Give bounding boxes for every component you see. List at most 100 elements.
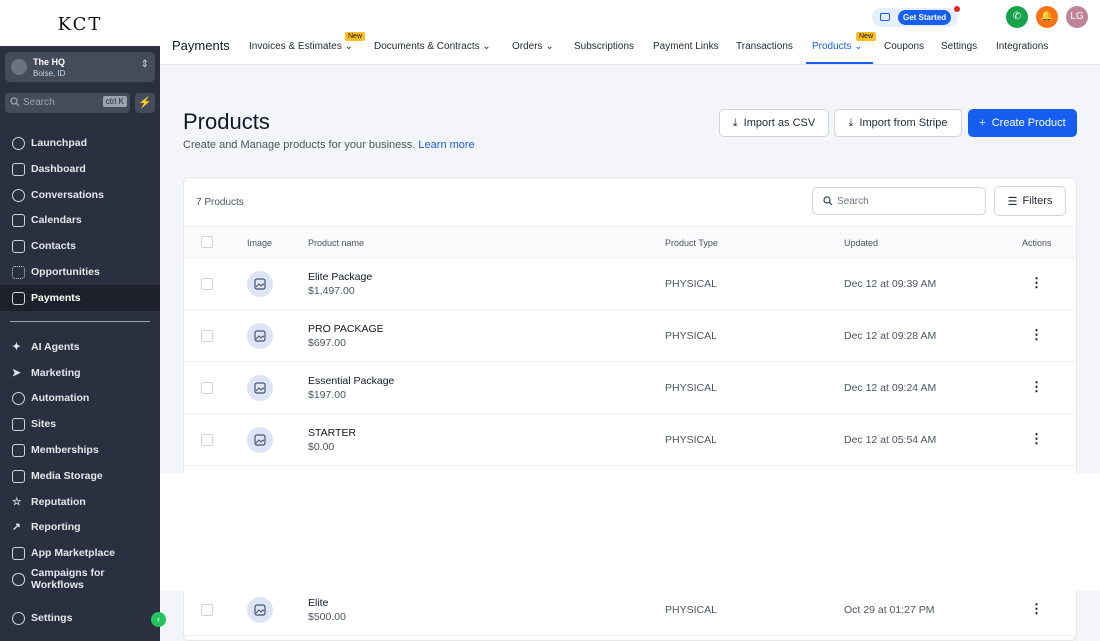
row-checkbox[interactable] [201,604,213,616]
loading-area [160,473,1100,591]
product-updated: Dec 12 at 09:28 AM [844,330,937,342]
sidebar-item-label: App Marketplace [31,547,116,559]
tab-integrations[interactable]: Integrations [996,41,1048,52]
tab-settings[interactable]: Settings [941,41,977,52]
more-actions-icon[interactable]: ⋮ [1030,379,1043,395]
sidebar-item-dashboard[interactable]: Dashboard [0,156,160,182]
rocket-icon [12,136,25,150]
page-title: Products [183,109,270,134]
table-row[interactable]: Elite $500.00 PHYSICAL Oct 29 at 01:27 P… [184,584,1076,636]
table-row[interactable]: Elite Package $1,497.00 PHYSICAL Dec 12 … [184,258,1076,310]
product-name[interactable]: STARTER [308,427,356,439]
button-label: Filters [1022,195,1053,207]
product-name[interactable]: Elite Package [308,271,372,283]
tab-payment-links[interactable]: Payment Links [653,41,719,52]
chevron-down-icon: ⌄ [344,41,353,52]
import-stripe-button[interactable]: ⤓ Import from Stripe [834,109,962,137]
product-updated: Dec 12 at 09:39 AM [844,278,937,290]
account-name: The HQ [33,57,66,67]
image-placeholder-icon [247,375,273,401]
sidebar-item-contacts[interactable]: Contacts [0,233,160,259]
more-actions-icon[interactable]: ⋮ [1030,601,1043,617]
sidebar-item-label: Media Storage [31,470,103,482]
product-name[interactable]: Essential Package [308,375,394,387]
filters-button[interactable]: ☰ Filters [994,186,1066,216]
sidebar-item-reporting[interactable]: ↗ Reporting [0,514,160,540]
send-icon: ➤ [12,366,21,379]
tab-orders[interactable]: Orders ⌄ [512,41,554,52]
row-checkbox[interactable] [201,330,213,342]
sidebar-item-ai-agents[interactable]: ✦ AI Agents [0,334,160,360]
sidebar-item-label: Launchpad [31,137,88,149]
sidebar-item-sites[interactable]: Sites [0,411,160,437]
product-price: $697.00 [308,337,346,349]
product-name[interactable]: PRO PACKAGE [308,323,384,335]
row-checkbox[interactable] [201,382,213,394]
sidebar-item-settings[interactable]: Settings [0,605,160,631]
collapse-sidebar-button[interactable]: ‹ [151,612,166,627]
sidebar-item-label: Marketing [31,367,81,379]
quick-action-bolt-icon[interactable]: ⚡ [135,93,155,113]
tab-invoices-estimates[interactable]: Invoices & Estimates ⌄ [249,41,353,52]
row-checkbox[interactable] [201,278,213,290]
sidebar-item-payments[interactable]: Payments [0,285,160,311]
new-badge: New [345,32,366,41]
sidebar-item-app-marketplace[interactable]: App Marketplace [0,540,160,566]
table-row[interactable]: STARTER $0.00 PHYSICAL Dec 12 at 05:54 A… [184,414,1076,466]
get-started-label: Get Started [898,10,952,25]
sidebar-item-conversations[interactable]: Conversations [0,182,160,208]
table-search-input[interactable]: Search [812,187,986,215]
automation-icon [12,391,25,405]
bell-icon[interactable]: 🔔 [1036,6,1058,28]
sidebar-item-label: Opportunities [31,266,100,278]
sidebar-item-label: Automation [31,392,90,404]
section-title: Payments [172,38,230,53]
sidebar-item-label: AI Agents [31,341,80,353]
tab-transactions[interactable]: Transactions [736,41,793,52]
sidebar-item-campaigns[interactable]: Campaigns for Workflows [0,566,160,592]
row-checkbox[interactable] [201,434,213,446]
table-row[interactable]: PRO PACKAGE $697.00 PHYSICAL Dec 12 at 0… [184,310,1076,362]
select-all-checkbox[interactable] [201,236,213,248]
product-price: $0.00 [308,441,335,453]
more-actions-icon[interactable]: ⋮ [1030,327,1043,343]
more-actions-icon[interactable]: ⋮ [1030,431,1043,447]
search-placeholder: Search [837,196,869,207]
button-label: Create Product [991,117,1066,129]
sidebar-item-media-storage[interactable]: Media Storage [0,463,160,489]
active-tab-indicator [806,62,873,64]
product-updated: Oct 29 at 01:27 PM [844,604,935,616]
tab-label: Invoices & Estimates [249,41,342,52]
table-row[interactable]: Essential Package $197.00 PHYSICAL Dec 1… [184,362,1076,414]
tab-subscriptions[interactable]: Subscriptions [574,41,634,52]
sidebar-item-memberships[interactable]: Memberships [0,437,160,463]
sidebar-item-launchpad[interactable]: Launchpad [0,130,160,156]
sidebar-item-automation[interactable]: Automation [0,385,160,411]
import-csv-button[interactable]: ⤓ Import as CSV [719,109,829,137]
tab-documents-contracts[interactable]: Documents & Contracts ⌄ [374,41,491,52]
sidebar-search[interactable]: Search ctrl K [5,93,130,113]
sidebar-item-marketing[interactable]: ➤ Marketing [0,360,160,386]
get-started-button[interactable]: Get Started [872,6,960,27]
more-actions-icon[interactable]: ⋮ [1030,275,1043,291]
tab-products[interactable]: Products ⌄ [812,41,863,52]
account-switcher[interactable]: The HQ Boise, ID ⇕ [5,52,155,82]
sidebar-item-reputation[interactable]: ☆ Reputation [0,489,160,515]
create-product-button[interactable]: + Create Product [968,109,1077,137]
avatar[interactable]: LG [1066,6,1088,28]
search-shortcut: ctrl K [102,96,127,107]
download-icon: ⤓ [848,116,854,129]
product-name[interactable]: Elite [308,597,328,609]
sidebar-item-opportunities[interactable]: Opportunities [0,259,160,285]
image-placeholder-icon [247,323,273,349]
calendar-icon [12,213,25,227]
phone-icon[interactable]: ✆ [1006,6,1028,28]
learn-more-link[interactable]: Learn more [418,139,474,151]
plus-icon: + [979,117,986,129]
sidebar: KCT The HQ Boise, ID ⇕ Search ctrl K ⚡ L… [0,0,160,641]
sidebar-item-calendars[interactable]: Calendars [0,207,160,233]
subtitle-text: Create and Manage products for your busi… [183,139,416,151]
tab-coupons[interactable]: Coupons [884,41,924,52]
product-updated: Dec 12 at 05:54 AM [844,434,937,446]
grid-icon [12,162,25,176]
